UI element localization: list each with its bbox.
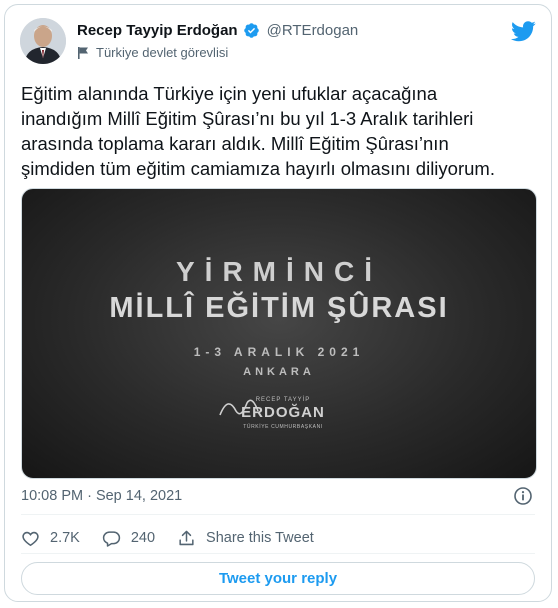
tweet-meta: 10:08 PM · Sep 14, 2021	[21, 486, 535, 506]
avatar-photo	[20, 18, 66, 64]
like-button[interactable]: 2.7K	[21, 529, 80, 548]
info-icon[interactable]	[513, 486, 533, 506]
flag-icon	[77, 46, 90, 60]
share-icon	[179, 530, 194, 545]
share-label: Share this Tweet	[206, 530, 314, 546]
tweet-timestamp[interactable]: 10:08 PM · Sep 14, 2021	[21, 488, 182, 504]
poster-line-1: YİRMİNCİ	[176, 256, 382, 287]
tweet-image[interactable]: YİRMİNCİ MİLLÎ EĞİTİM ŞÛRASI 1-3 ARALIK …	[21, 188, 537, 479]
poster-city: ANKARA	[243, 366, 315, 378]
twitter-bird-icon[interactable]	[511, 21, 536, 42]
tweet-card: Recep Tayyip Erdoğan @RTErdogan Türkiye …	[4, 4, 552, 602]
signature-title: TÜRKİYE CUMHURBAŞKANI	[243, 423, 323, 430]
author-row: Recep Tayyip Erdoğan @RTErdogan	[77, 22, 358, 39]
author-display-name[interactable]: Recep Tayyip Erdoğan	[77, 22, 238, 39]
government-label-text: Türkiye devlet görevlisi	[96, 45, 229, 60]
signature-name: ERDOĞAN	[241, 403, 325, 421]
reply-bubble-icon	[102, 530, 121, 547]
like-count: 2.7K	[50, 530, 80, 546]
signature-top: RECEP TAYYİP	[256, 396, 311, 403]
avatar[interactable]	[20, 18, 66, 64]
government-label: Türkiye devlet görevlisi	[77, 45, 228, 60]
tweet-your-reply-button[interactable]: Tweet your reply	[21, 562, 535, 595]
reply-button[interactable]: 240	[102, 529, 155, 548]
verified-badge-icon	[243, 22, 260, 39]
divider-top	[21, 514, 535, 515]
tweet-actions: 2.7K 240 Share this Tweet	[21, 525, 535, 551]
poster-graphic: YİRMİNCİ MİLLÎ EĞİTİM ŞÛRASI 1-3 ARALIK …	[109, 256, 448, 430]
reply-count: 240	[130, 530, 156, 546]
heart-icon	[22, 531, 39, 546]
divider-bottom	[21, 553, 535, 554]
tweet-text: Eğitim alanında Türkiye için yeni ufukla…	[21, 83, 495, 179]
poster-line-2: MİLLÎ EĞİTİM ŞÛRASI	[109, 290, 448, 324]
poster-dates: 1-3 ARALIK 2021	[194, 345, 365, 359]
share-button[interactable]: Share this Tweet	[177, 529, 314, 548]
author-handle[interactable]: @RTErdogan	[267, 22, 359, 39]
